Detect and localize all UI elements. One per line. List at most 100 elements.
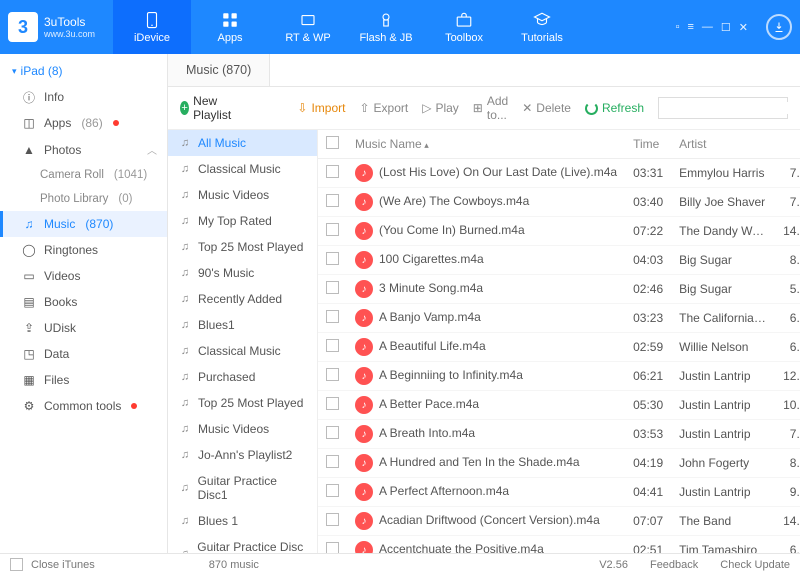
table-row[interactable]: ♪A Better Pace.m4a05:30Justin Lantrip10.… <box>318 391 800 420</box>
playlist-item[interactable]: ♫Top 25 Most Played <box>168 234 317 260</box>
table-row[interactable]: ♪(You Come In) Burned.m4a07:22The Dandy … <box>318 217 800 246</box>
table-row[interactable]: ♪A Beginniing to Infinity.m4a06:21Justin… <box>318 362 800 391</box>
sidebar-item-udisk[interactable]: ⇪UDisk <box>0 315 167 341</box>
cell-size: 9.34 MB <box>775 478 800 507</box>
row-checkbox[interactable] <box>326 310 339 323</box>
row-checkbox[interactable] <box>326 368 339 381</box>
row-checkbox[interactable] <box>326 513 339 526</box>
table-row[interactable]: ♪3 Minute Song.m4a02:46Big Sugar5.94 MB <box>318 275 800 304</box>
playlist-item[interactable]: ♫Blues 1 <box>168 508 317 534</box>
cell-name: ♪Accentchuate the Positive.m4a <box>347 536 625 554</box>
device-header[interactable]: iPad (8) <box>0 60 167 84</box>
playlist-item[interactable]: ♫Classical Music <box>168 156 317 182</box>
refresh-button[interactable]: Refresh <box>585 101 644 115</box>
feedback-link[interactable]: Feedback <box>650 559 698 571</box>
table-row[interactable]: ♪A Perfect Afternoon.m4a04:41Justin Lant… <box>318 478 800 507</box>
playlist-item[interactable]: ♫Classical Music <box>168 338 317 364</box>
table-row[interactable]: ♪A Hundred and Ten In the Shade.m4a04:19… <box>318 449 800 478</box>
files-icon: ▦ <box>22 373 36 387</box>
playlist-item[interactable]: ♫Top 25 Most Played <box>168 390 317 416</box>
table-row[interactable]: ♪A Breath Into.m4a03:53Justin Lantrip7.8… <box>318 420 800 449</box>
sidebar-item-music[interactable]: ♫Music(870) <box>0 211 167 237</box>
nav-tab-rt-wp[interactable]: RT & WP <box>269 0 347 54</box>
playlist-item[interactable]: ♫All Music <box>168 130 317 156</box>
music-table-wrap[interactable]: Music Name Time Artist Size ♪(Lost His L… <box>318 130 800 553</box>
table-row[interactable]: ♪A Banjo Vamp.m4a03:23The California ...… <box>318 304 800 333</box>
gift-icon[interactable]: ▫ <box>676 21 680 33</box>
table-row[interactable]: ♪100 Cigarettes.m4a04:03Big Sugar8.22 MB <box>318 246 800 275</box>
sidebar-item-data[interactable]: ◳Data <box>0 341 167 367</box>
minimize-icon[interactable]: — <box>702 21 713 33</box>
sidebar-item-common-tools[interactable]: ⚙Common tools <box>0 393 167 419</box>
search-input[interactable] <box>665 102 800 114</box>
nav-tab-toolbox[interactable]: Toolbox <box>425 0 503 54</box>
playlist-item[interactable]: ♫Music Videos <box>168 416 317 442</box>
content-area: Music (870) + New Playlist ⇩ Import ⇧ Ex… <box>168 54 800 553</box>
select-all-checkbox[interactable] <box>326 136 339 149</box>
sidebar-item-books[interactable]: ▤Books <box>0 289 167 315</box>
playlist-item[interactable]: ♫Recently Added <box>168 286 317 312</box>
playlist-item[interactable]: ♫My Top Rated <box>168 208 317 234</box>
check-update-link[interactable]: Check Update <box>720 559 790 571</box>
row-checkbox[interactable] <box>326 223 339 236</box>
sidebar-item-photos[interactable]: ▲Photos︿ <box>0 136 167 163</box>
playlist-item[interactable]: ♫Guitar Practice Disc 3 <box>168 534 317 553</box>
close-itunes-checkbox[interactable] <box>10 558 23 571</box>
table-row[interactable]: ♪A Beautiful Life.m4a02:59Willie Nelson6… <box>318 333 800 362</box>
close-icon[interactable]: ✕ <box>739 21 748 34</box>
music-file-icon: ♪ <box>355 396 373 414</box>
nav-tab-idevice[interactable]: iDevice <box>113 0 191 54</box>
row-checkbox[interactable] <box>326 339 339 352</box>
row-checkbox[interactable] <box>326 397 339 410</box>
playlist-icon: ♫ <box>178 162 192 176</box>
table-row[interactable]: ♪(Lost His Love) On Our Last Date (Live)… <box>318 159 800 188</box>
download-button[interactable] <box>766 14 792 40</box>
plus-icon: + <box>180 101 189 115</box>
tab-music[interactable]: Music (870) <box>168 54 270 86</box>
new-playlist-button[interactable]: + New Playlist <box>180 94 236 122</box>
sidebar-item-videos[interactable]: ▭Videos <box>0 263 167 289</box>
playlist-item[interactable]: ♫Purchased <box>168 364 317 390</box>
sidebar-item-photo-library[interactable]: Photo Library(0) <box>0 187 167 211</box>
import-button[interactable]: ⇩ Import <box>297 101 345 115</box>
row-checkbox[interactable] <box>326 165 339 178</box>
playlist-item[interactable]: ♫Music Videos <box>168 182 317 208</box>
playlist-item[interactable]: ♫90's Music <box>168 260 317 286</box>
col-name[interactable]: Music Name <box>347 130 625 159</box>
nav-tab-flash-jb[interactable]: Flash & JB <box>347 0 425 54</box>
sidebar-item-ringtones[interactable]: ◯Ringtones <box>0 237 167 263</box>
export-button[interactable]: ⇧ Export <box>359 101 408 115</box>
playlist-item[interactable]: ♫Jo-Ann's Playlist2 <box>168 442 317 468</box>
row-checkbox[interactable] <box>326 194 339 207</box>
sidebar-item-camera-roll[interactable]: Camera Roll(1041) <box>0 163 167 187</box>
table-row[interactable]: ♪Acadian Driftwood (Concert Version).m4a… <box>318 507 800 536</box>
cell-time: 03:31 <box>625 159 671 188</box>
add-to-button[interactable]: ⊞ Add to... <box>473 94 508 122</box>
row-checkbox[interactable] <box>326 484 339 497</box>
sidebar-item-files[interactable]: ▦Files <box>0 367 167 393</box>
col-size[interactable]: Size <box>775 130 800 159</box>
col-time[interactable]: Time <box>625 130 671 159</box>
cell-artist: The California ... <box>671 304 775 333</box>
row-checkbox[interactable] <box>326 252 339 265</box>
search-box[interactable] <box>658 97 788 119</box>
row-checkbox[interactable] <box>326 281 339 294</box>
menu-icon[interactable]: ≡ <box>687 21 693 33</box>
sidebar-item-info[interactable]: ⓘInfo <box>0 84 167 110</box>
row-checkbox[interactable] <box>326 426 339 439</box>
play-button[interactable]: ▷ Play <box>422 101 459 115</box>
nav-tab-apps[interactable]: Apps <box>191 0 269 54</box>
row-checkbox[interactable] <box>326 455 339 468</box>
table-row[interactable]: ♪Accentchuate the Positive.m4a02:51Tim T… <box>318 536 800 554</box>
row-checkbox[interactable] <box>326 542 339 553</box>
maximize-icon[interactable]: ☐ <box>721 21 731 34</box>
nav-label: iDevice <box>134 32 170 44</box>
delete-button[interactable]: ✕ Delete <box>522 101 571 115</box>
nav-tab-tutorials[interactable]: Tutorials <box>503 0 581 54</box>
table-row[interactable]: ♪(We Are) The Cowboys.m4a03:40Billy Joe … <box>318 188 800 217</box>
playlist-item[interactable]: ♫Blues1 <box>168 312 317 338</box>
playlist-item[interactable]: ♫Guitar Practice Disc1 <box>168 468 317 508</box>
col-artist[interactable]: Artist <box>671 130 775 159</box>
sidebar-item-apps[interactable]: ◫Apps(86) <box>0 110 167 136</box>
tools-icon: ⚙ <box>22 399 36 413</box>
